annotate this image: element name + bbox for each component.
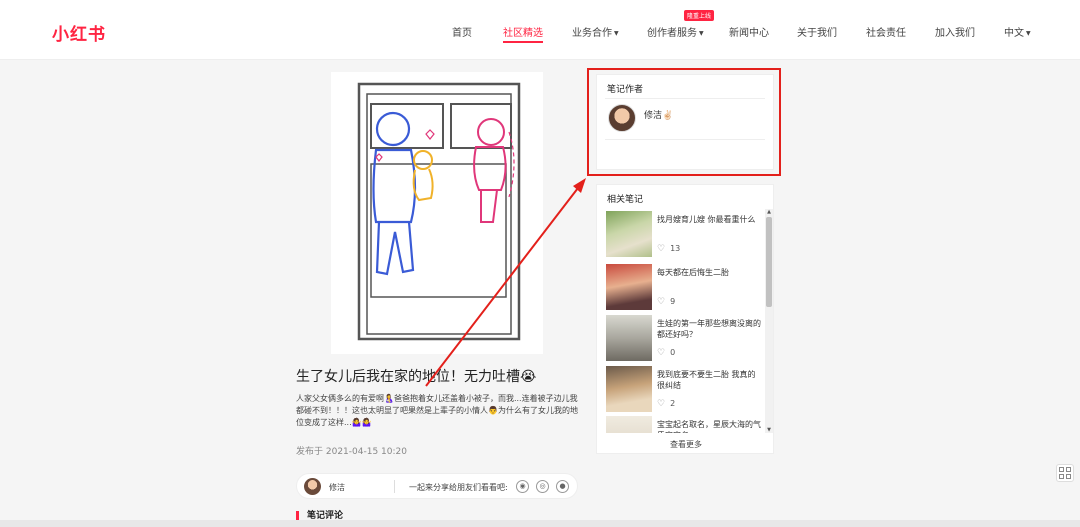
nav-business[interactable]: 业务合作 ▼: [572, 24, 619, 39]
related-notes-card: 相关笔记 找月嫂育儿嫂 你最看重什么 ♡ 13 每天都在后悔生二胎 ♡ 9 生娃的第…: [596, 184, 774, 454]
qq-icon[interactable]: ●: [556, 480, 569, 493]
see-more-link[interactable]: 查看更多: [597, 439, 775, 450]
new-badge: 隆重上线: [684, 10, 715, 21]
caret-down-icon: ▼: [614, 29, 619, 37]
qr-grid-icon[interactable]: [1056, 464, 1074, 482]
note-title[interactable]: 生娃的第一年那些想离没离的都还好吗？: [657, 318, 761, 340]
note-thumbnail[interactable]: [606, 211, 652, 257]
list-item[interactable]: 宝宝起名取名，星辰大海的气质宝宝名: [606, 416, 762, 433]
note-title[interactable]: 我到底要不要生二胎 我真的很纠结: [657, 369, 761, 391]
related-notes-title: 相关笔记: [607, 195, 644, 205]
scroll-thumb[interactable]: [766, 217, 772, 307]
note-title[interactable]: 宝宝起名取名，星辰大海的气质宝宝名: [657, 419, 761, 433]
post-body: 人家父女俩多么的有爱啊🤱爸爸抱着女儿还盖着小被子，而我...连着被子边儿我都碰不…: [296, 394, 578, 427]
related-scrollbar[interactable]: ▲ ▼: [765, 209, 773, 433]
heart-icon[interactable]: ♡: [657, 399, 665, 409]
avatar[interactable]: [304, 478, 321, 495]
divider: [394, 480, 395, 493]
heart-icon[interactable]: ♡: [657, 244, 665, 254]
post-date: 发布于 2021-04-15 10:20: [296, 447, 407, 457]
nav-news[interactable]: 新闻中心: [729, 24, 769, 39]
note-title[interactable]: 每天都在后悔生二胎: [657, 267, 761, 278]
note-thumbnail[interactable]: [606, 315, 652, 361]
main-nav: 首页 社区精选 业务合作 ▼ 创作者服务 ▼ 新闻中心 关于我们 社会责任 加入我们…: [0, 24, 1080, 43]
note-title[interactable]: 找月嫂育儿嫂 你最看重什么: [657, 214, 761, 225]
post-title: 生了女儿后我在家的地位！无力吐槽😭: [296, 369, 537, 385]
weibo-icon[interactable]: ◎: [536, 480, 549, 493]
scroll-down-icon[interactable]: ▼: [765, 427, 773, 433]
annotation-highlight-box: [587, 68, 781, 176]
site-header: 小红书 首页 社区精选 业务合作 ▼ 创作者服务 ▼ 新闻中心 关于我们 社会责任 …: [0, 0, 1080, 60]
nav-home[interactable]: 首页: [452, 24, 472, 39]
caret-down-icon: ▼: [699, 29, 704, 37]
nav-about[interactable]: 关于我们: [797, 24, 837, 39]
note-likes: ♡ 0: [657, 348, 676, 358]
horizontal-scrollbar[interactable]: [0, 520, 1080, 527]
heart-icon[interactable]: ♡: [657, 348, 665, 358]
nav-join[interactable]: 加入我们: [935, 24, 975, 39]
note-likes: ♡ 2: [657, 399, 676, 409]
nav-responsibility[interactable]: 社会责任: [866, 24, 906, 39]
share-prompt: 一起来分享给朋友们看看吧:: [409, 483, 508, 492]
post-image[interactable]: [331, 72, 543, 354]
list-item[interactable]: 生娃的第一年那些想离没离的都还好吗？ ♡ 0: [606, 315, 762, 363]
note-thumbnail[interactable]: [606, 416, 652, 433]
list-item[interactable]: 每天都在后悔生二胎 ♡ 9: [606, 264, 762, 312]
note-likes: ♡ 9: [657, 297, 676, 307]
note-likes: ♡ 13: [657, 244, 681, 254]
share-author-name[interactable]: 修洁: [329, 482, 345, 493]
heart-icon[interactable]: ♡: [657, 297, 665, 307]
share-bar: 修洁 一起来分享给朋友们看看吧: ◉ ◎ ●: [296, 473, 578, 499]
note-thumbnail[interactable]: [606, 264, 652, 310]
caret-down-icon: ▼: [1026, 29, 1031, 37]
nav-language[interactable]: 中文 ▼: [1004, 24, 1031, 39]
scroll-up-icon[interactable]: ▲: [765, 209, 773, 215]
nav-community[interactable]: 社区精选: [503, 24, 543, 43]
list-item[interactable]: 我到底要不要生二胎 我真的很纠结 ♡ 2: [606, 366, 762, 414]
list-item[interactable]: 找月嫂育儿嫂 你最看重什么 ♡ 13: [606, 211, 762, 259]
nav-creator[interactable]: 创作者服务 ▼: [647, 24, 704, 39]
wechat-icon[interactable]: ◉: [516, 480, 529, 493]
page: 小红书 首页 社区精选 业务合作 ▼ 创作者服务 ▼ 新闻中心 关于我们 社会责任 …: [0, 0, 1080, 527]
related-notes-list: 找月嫂育儿嫂 你最看重什么 ♡ 13 每天都在后悔生二胎 ♡ 9 生娃的第一年那些想…: [597, 209, 765, 433]
drawing-illustration: [357, 82, 521, 341]
note-thumbnail[interactable]: [606, 366, 652, 412]
